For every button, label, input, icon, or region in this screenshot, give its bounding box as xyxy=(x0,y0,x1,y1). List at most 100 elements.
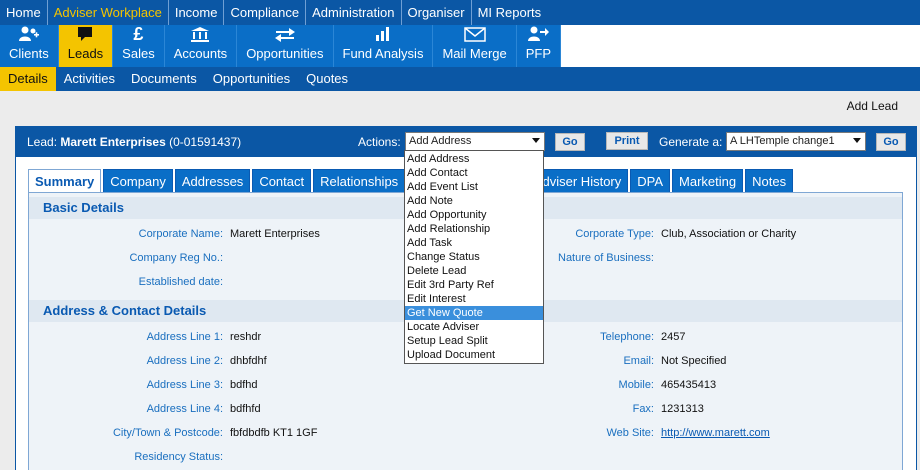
lead-title: Lead: Marett Enterprises (0-01591437) xyxy=(27,135,241,149)
action-option-edit-3rd-party-ref[interactable]: Edit 3rd Party Ref xyxy=(405,278,543,292)
address-line1-value: reshdr xyxy=(230,331,262,343)
subnav-opportunities[interactable]: Opportunities xyxy=(205,67,298,91)
tab-company[interactable]: Company xyxy=(103,169,173,193)
module-leads[interactable]: Leads xyxy=(58,25,114,67)
module-opportunities-label: Opportunities xyxy=(246,46,324,61)
actions-selected-value: Add Address xyxy=(409,135,472,147)
top-menu-home[interactable]: Home xyxy=(0,0,48,25)
module-mail-merge[interactable]: Mail Merge xyxy=(433,25,517,67)
lead-id: (0-01591437) xyxy=(169,135,242,149)
person-arrow-icon xyxy=(527,25,550,43)
arrows-icon xyxy=(274,25,296,43)
subnav-quotes[interactable]: Quotes xyxy=(298,67,356,91)
module-clients-label: Clients xyxy=(9,46,49,61)
add-lead-link[interactable]: Add Lead xyxy=(847,99,898,113)
subnav-activities[interactable]: Activities xyxy=(56,67,123,91)
tab-marketing[interactable]: Marketing xyxy=(672,169,744,193)
address-line3-label: Address Line 3: xyxy=(146,379,223,391)
generate-go-button[interactable]: Go xyxy=(876,133,906,151)
chevron-down-icon xyxy=(532,138,540,143)
leads-icon xyxy=(76,25,94,43)
website-label: Web Site: xyxy=(606,427,655,439)
module-fund-analysis[interactable]: Fund Analysis xyxy=(334,25,434,67)
chevron-down-icon xyxy=(853,138,861,143)
module-mail-merge-label: Mail Merge xyxy=(442,46,507,61)
module-sales-label: Sales xyxy=(122,46,155,61)
subnav-documents[interactable]: Documents xyxy=(123,67,205,91)
corporate-type-value: Club, Association or Charity xyxy=(661,228,797,240)
top-menu-adviser-workplace[interactable]: Adviser Workplace xyxy=(48,0,169,25)
module-pfp[interactable]: PFP xyxy=(517,25,562,67)
fax-label: Fax: xyxy=(632,403,654,415)
address-line1-label: Address Line 1: xyxy=(146,331,223,343)
module-sales[interactable]: £ Sales xyxy=(113,23,165,67)
actions-dropdown-list: Add Address Add Contact Add Event List A… xyxy=(404,150,544,364)
action-option-upload-document[interactable]: Upload Document xyxy=(405,348,543,362)
actions-select[interactable]: Add Address xyxy=(405,132,545,151)
module-bar: Clients Leads £ Sales Accounts Opportuni… xyxy=(0,23,920,67)
city-postcode-label: City/Town & Postcode: xyxy=(112,427,223,439)
fax-value: 1231313 xyxy=(661,403,704,415)
envelope-icon xyxy=(463,25,486,43)
top-menu-mi-reports[interactable]: MI Reports xyxy=(472,0,548,25)
action-option-edit-interest[interactable]: Edit Interest xyxy=(405,292,543,306)
clients-icon xyxy=(18,25,40,43)
city-postcode-value: fbfdbdfb KT1 1GF xyxy=(230,427,318,439)
address-line2-value: dhbfdhf xyxy=(230,355,267,367)
lead-prefix: Lead: xyxy=(27,135,58,149)
action-option-add-relationship[interactable]: Add Relationship xyxy=(405,222,543,236)
address-line3-value: bdfhd xyxy=(230,379,258,391)
established-date-label: Established date: xyxy=(138,276,223,288)
mobile-label: Mobile: xyxy=(618,379,654,391)
address-line2-label: Address Line 2: xyxy=(146,355,223,367)
corporate-name-label: Corporate Name: xyxy=(138,228,223,240)
module-leads-label: Leads xyxy=(67,46,104,61)
template-select[interactable]: A LHTemple change1 xyxy=(726,132,866,151)
actions-go-button[interactable]: Go xyxy=(555,133,585,151)
subnav-details[interactable]: Details xyxy=(0,67,56,91)
action-option-add-event-list[interactable]: Add Event List xyxy=(405,180,543,194)
mobile-value: 465435413 xyxy=(661,379,717,391)
bank-icon xyxy=(190,25,210,43)
top-menu-organiser[interactable]: Organiser xyxy=(402,0,472,25)
tab-dpa[interactable]: DPA xyxy=(630,169,671,193)
tab-relationships[interactable]: Relationships xyxy=(313,169,406,193)
module-pfp-label: PFP xyxy=(525,46,552,61)
top-menu-administration[interactable]: Administration xyxy=(306,0,402,25)
address-line4-label: Address Line 4: xyxy=(146,403,223,415)
actions-label: Actions: xyxy=(358,135,401,149)
action-option-delete-lead[interactable]: Delete Lead xyxy=(405,264,543,278)
action-option-add-address[interactable]: Add Address xyxy=(405,152,543,166)
action-option-change-status[interactable]: Change Status xyxy=(405,250,543,264)
top-menu-bar: Home Adviser Workplace Income Compliance… xyxy=(0,0,920,25)
action-option-get-new-quote[interactable]: Get New Quote xyxy=(405,306,543,320)
module-accounts-label: Accounts xyxy=(173,46,228,61)
module-accounts[interactable]: Accounts xyxy=(165,25,238,67)
top-menu-income[interactable]: Income xyxy=(169,0,225,25)
action-option-add-contact[interactable]: Add Contact xyxy=(405,166,543,180)
sub-navigation: Details Activities Documents Opportuniti… xyxy=(0,67,920,91)
tab-notes[interactable]: Notes xyxy=(745,169,794,193)
top-menu-compliance[interactable]: Compliance xyxy=(224,0,307,25)
residency-status-label: Residency Status: xyxy=(134,451,223,463)
action-option-add-opportunity[interactable]: Add Opportunity xyxy=(405,208,543,222)
action-option-add-note[interactable]: Add Note xyxy=(405,194,543,208)
lead-name: Marett Enterprises xyxy=(60,135,166,149)
module-clients[interactable]: Clients xyxy=(0,25,59,67)
email-value: Not Specified xyxy=(661,355,727,367)
module-fund-analysis-label: Fund Analysis xyxy=(342,46,424,61)
corporate-name-value: Marett Enterprises xyxy=(230,228,320,240)
tab-addresses[interactable]: Addresses xyxy=(174,169,251,193)
telephone-value: 2457 xyxy=(661,331,686,343)
print-button[interactable]: Print xyxy=(606,132,648,150)
website-link[interactable]: http://www.marett.com xyxy=(661,427,770,439)
module-opportunities[interactable]: Opportunities xyxy=(237,25,334,67)
template-selected-value: A LHTemple change1 xyxy=(730,135,835,147)
tab-summary[interactable]: Summary xyxy=(28,169,102,193)
pound-icon: £ xyxy=(133,23,144,44)
tab-contact[interactable]: Contact xyxy=(252,169,312,193)
action-option-add-task[interactable]: Add Task xyxy=(405,236,543,250)
action-option-locate-adviser[interactable]: Locate Adviser xyxy=(405,320,543,334)
action-option-setup-lead-split[interactable]: Setup Lead Split xyxy=(405,334,543,348)
generate-label: Generate a: xyxy=(659,135,723,149)
